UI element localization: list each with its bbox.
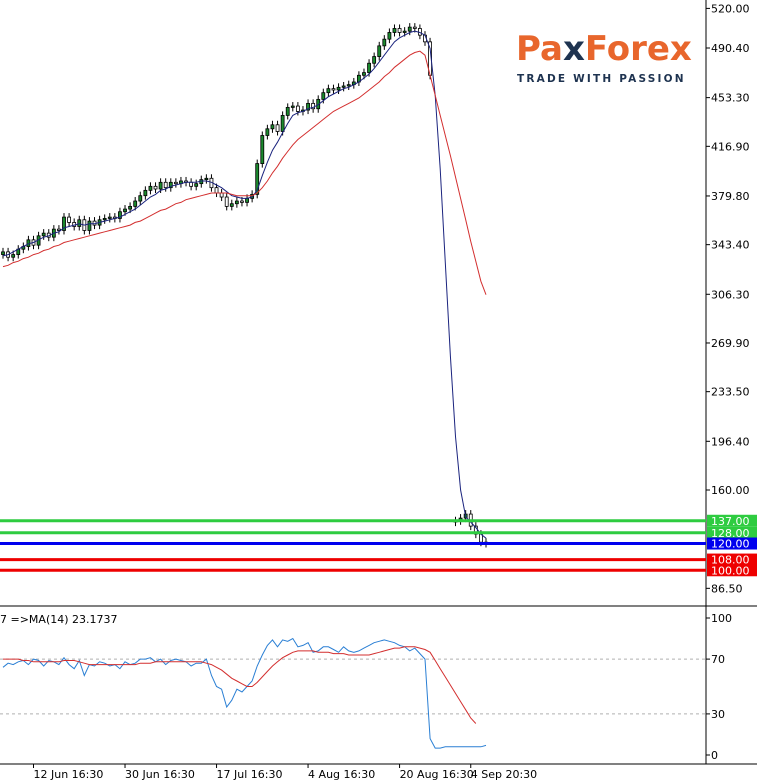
candle-body — [362, 72, 366, 76]
candle-body — [326, 88, 331, 94]
candle-body — [143, 189, 148, 197]
price-tick-label: 196.40 — [711, 435, 750, 448]
candle-body — [270, 124, 275, 130]
price-level-label: 120.00 — [711, 538, 750, 551]
candle-body — [321, 92, 326, 100]
indicator-line — [2, 637, 487, 749]
price-tick-label: 233.50 — [711, 386, 750, 399]
candle-body — [67, 216, 71, 223]
time-axis: 12 Jun 16:30 30 Jun 16:30 17 Jul 16:30 4 Au… — [33, 764, 537, 781]
indicator-tick-label: 100 — [711, 612, 732, 625]
time-tick-label: 17 Jul 16:30 — [217, 768, 283, 781]
paxforex-logo: PaxForex TRADE WITH PASSION — [516, 29, 692, 85]
indicator-tick-label: 0 — [711, 749, 718, 762]
candle-body — [397, 28, 402, 33]
price-tick-label: 160.00 — [711, 484, 750, 497]
price-tick-label: 269.90 — [711, 337, 750, 350]
candle-body — [234, 200, 239, 205]
time-tick-label: 4 Aug 16:30 — [308, 768, 375, 781]
price-tick-label: 453.30 — [711, 92, 750, 105]
candle-body — [382, 38, 387, 47]
logo-brand-part1: Pa — [516, 29, 563, 69]
logo-brand-x: x — [563, 29, 585, 69]
candle-body — [41, 232, 46, 237]
candle-body — [57, 228, 61, 231]
candle-body — [265, 128, 270, 136]
candle-body — [412, 26, 417, 29]
candle-body — [336, 86, 341, 91]
svg-text:PaxForex: PaxForex — [516, 29, 692, 69]
price-tick-label: 520.00 — [711, 2, 750, 15]
price-tick-label: 86.50 — [711, 582, 743, 595]
candle-body — [11, 254, 16, 258]
indicator-lines — [2, 637, 487, 749]
moving-average-lines — [2, 30, 487, 539]
candle-body — [392, 28, 397, 33]
candle-body — [367, 62, 371, 74]
time-tick-label: 20 Aug 16:30 — [400, 768, 474, 781]
candle-body — [138, 195, 143, 202]
candle-body — [158, 181, 163, 190]
price-pane: 86.50 160.00 196.40 233.50 269.90 306.30 343.4… — [0, 2, 757, 595]
candle-body — [194, 183, 199, 187]
candle-body — [224, 196, 229, 207]
candle-body — [290, 105, 295, 108]
logo-brand-part2: Forex — [585, 29, 692, 69]
candle-body — [214, 187, 219, 194]
indicator-tick-label: 30 — [711, 708, 725, 721]
price-tick-label: 306.30 — [711, 288, 750, 301]
moving-average-line — [2, 50, 487, 295]
candle-body — [275, 124, 280, 132]
candle-body — [341, 85, 346, 88]
candle-body — [219, 192, 224, 198]
candle-body — [1, 251, 5, 255]
candle-body — [133, 200, 138, 207]
candle-body — [107, 216, 112, 219]
candle-body — [285, 106, 290, 116]
price-level-label: 100.00 — [711, 564, 750, 577]
candle-body — [163, 181, 168, 189]
price-tick-label: 343.40 — [711, 239, 750, 252]
candle-body — [153, 185, 158, 190]
price-tick-label: 416.90 — [711, 140, 750, 153]
candle-body — [346, 84, 351, 87]
candle-body — [387, 32, 392, 40]
logo-tagline: TRADE WITH PASSION — [517, 73, 686, 85]
candlestick-series — [1, 23, 488, 548]
indicator-line — [3, 646, 477, 724]
chart-canvas: 86.50 160.00 196.40 233.50 269.90 306.30 343.4… — [0, 0, 757, 781]
candle-body — [295, 105, 300, 112]
candle-body — [204, 177, 209, 181]
candle-body — [123, 208, 127, 213]
time-tick-label: 4 Sep 20:30 — [471, 768, 537, 781]
candle-body — [240, 200, 244, 203]
indicator-pane: 100 70 30 0 7 =>MA(14) 23.1737 — [0, 612, 732, 762]
candle-body — [128, 205, 133, 210]
price-tick-label: 379.80 — [711, 190, 750, 203]
candle-body — [377, 45, 382, 57]
candle-body — [173, 181, 178, 185]
candle-body — [260, 135, 265, 164]
candle-body — [189, 181, 194, 187]
candle-body — [87, 220, 92, 231]
candle-body — [407, 26, 412, 32]
candle-body — [402, 30, 407, 33]
price-axis: 86.50 160.00 196.40 233.50 269.90 306.30 343.4… — [706, 2, 750, 595]
moving-average-line — [2, 30, 487, 539]
candle-body — [245, 197, 249, 203]
candle-body — [148, 185, 153, 191]
indicator-label: 7 =>MA(14) 23.1737 — [0, 613, 118, 626]
candle-body — [331, 88, 336, 91]
time-tick-label: 12 Jun 16:30 — [34, 768, 104, 781]
price-tick-label: 490.40 — [711, 42, 750, 55]
indicator-tick-label: 70 — [711, 653, 725, 666]
indicator-axis: 100 70 30 0 — [0, 612, 732, 762]
price-level-lines: 137.00128.00120.00108.00100.00 — [0, 514, 757, 577]
time-tick-label: 30 Jun 16:30 — [125, 768, 195, 781]
candle-body — [77, 219, 82, 227]
candle-body — [372, 56, 377, 64]
candle-body — [229, 203, 234, 207]
candle-body — [280, 115, 285, 132]
candle-body — [102, 218, 107, 221]
